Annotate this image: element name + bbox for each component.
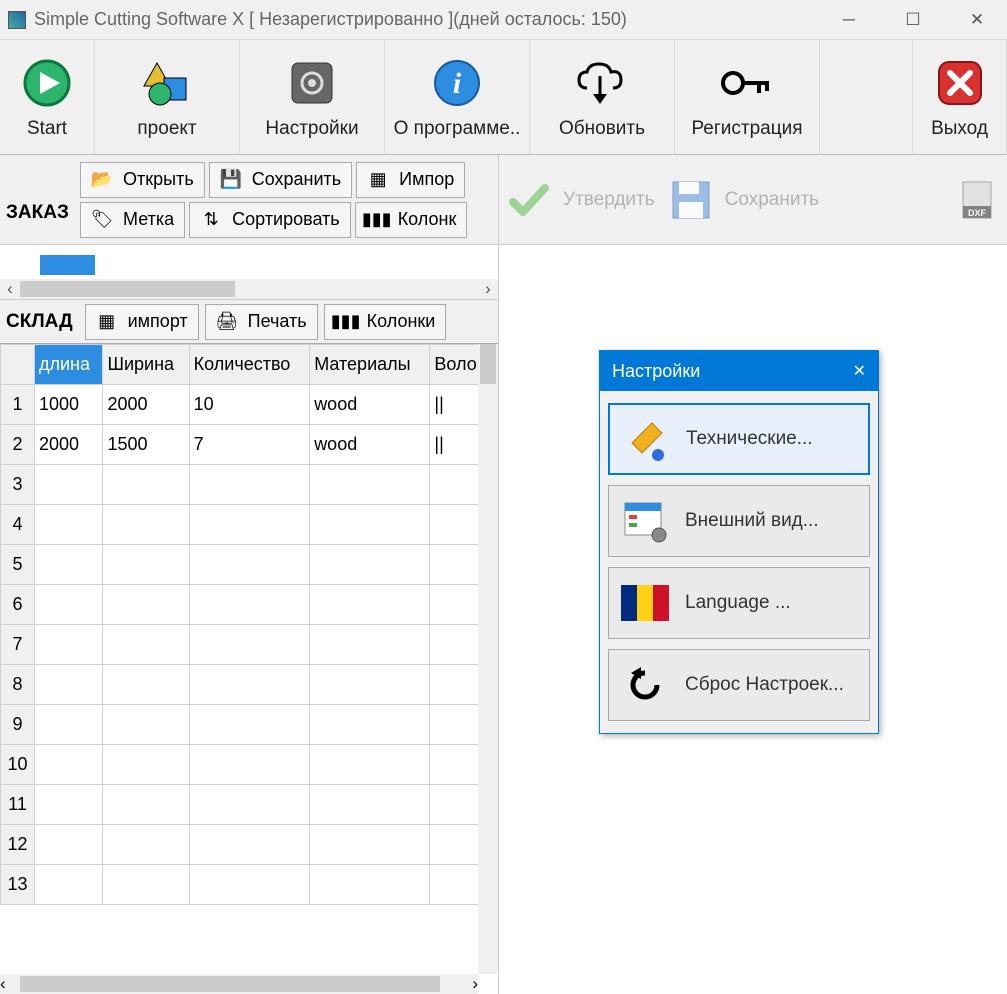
grid-icon: ▦	[96, 311, 118, 333]
table-h-scrollbar[interactable]: ‹ ›	[0, 974, 478, 994]
project-button[interactable]: проект	[95, 40, 240, 154]
order-tabs-area: ‹ ›	[0, 245, 498, 300]
right-save-button[interactable]: Сохранить	[667, 176, 819, 224]
columns-icon: ▮▮▮	[335, 311, 357, 333]
gear-icon	[283, 54, 341, 112]
order-h-scrollbar[interactable]: ‹ ›	[0, 279, 498, 299]
tag-icon: 🏷	[91, 209, 113, 231]
settings-dialog: Настройки ✕ Технические... Внешний вид..…	[599, 350, 879, 734]
col-quantity[interactable]: Количество	[189, 345, 310, 385]
sklad-section-label: СКЛАД	[0, 311, 79, 333]
scroll-thumb[interactable]	[480, 344, 496, 384]
undo-icon	[619, 659, 671, 711]
minimize-button[interactable]: ─	[827, 5, 871, 35]
table-row[interactable]: 5	[1, 545, 498, 585]
cloud-download-icon	[573, 54, 631, 112]
sklad-toolbar: СКЛАД ▦импорт 🖨Печать ▮▮▮Колонки	[0, 300, 498, 344]
folder-open-icon: 📂	[91, 169, 113, 191]
language-settings-button[interactable]: Language ...	[608, 567, 870, 639]
table-row[interactable]: 10	[1, 745, 498, 785]
sort-button[interactable]: ⇅Сортировать	[189, 202, 351, 238]
label-button[interactable]: 🏷Метка	[80, 202, 185, 238]
layout-icon	[619, 495, 671, 547]
row-header-corner	[1, 345, 35, 385]
approve-button[interactable]: Утвердить	[505, 176, 655, 224]
scroll-right-icon[interactable]: ›	[478, 279, 498, 299]
flag-icon	[619, 577, 671, 629]
sklad-table: длина Ширина Количество Материалы Волок …	[0, 344, 498, 905]
table-v-scrollbar[interactable]	[478, 344, 498, 974]
maximize-button[interactable]: ☐	[891, 5, 935, 35]
col-length[interactable]: длина	[35, 345, 103, 385]
svg-text:DXF: DXF	[968, 208, 987, 218]
scroll-left-icon[interactable]: ‹	[0, 974, 6, 994]
svg-text:i: i	[453, 67, 462, 100]
print-button[interactable]: 🖨Печать	[205, 304, 318, 340]
right-panel: Утвердить Сохранить DXF Настройки ✕ Техн…	[498, 155, 1007, 994]
grid-icon: ▦	[367, 169, 389, 191]
sklad-columns-button[interactable]: ▮▮▮Колонки	[324, 304, 447, 340]
columns-icon: ▮▮▮	[366, 209, 388, 231]
table-row[interactable]: 4	[1, 505, 498, 545]
order-toolbar: ЗАКАЗ 📂Открыть 💾Сохранить ▦Импор 🏷Метка …	[0, 155, 498, 245]
info-icon: i	[428, 54, 486, 112]
table-row[interactable]: 2200015007wood||	[1, 425, 498, 465]
dialog-titlebar[interactable]: Настройки ✕	[600, 351, 878, 391]
table-row[interactable]: 6	[1, 585, 498, 625]
table-row[interactable]: 11000200010wood||	[1, 385, 498, 425]
start-button[interactable]: Start	[0, 40, 95, 154]
key-icon	[718, 54, 776, 112]
close-icon	[931, 54, 989, 112]
play-icon	[18, 54, 76, 112]
sklad-table-area: длина Ширина Количество Материалы Волок …	[0, 344, 498, 994]
wrench-icon	[620, 413, 672, 465]
scroll-thumb[interactable]	[20, 281, 235, 297]
main-toolbar: Start проект Настройки i О программе.. О…	[0, 40, 1007, 155]
printer-icon: 🖨	[216, 311, 238, 333]
check-icon	[505, 176, 553, 224]
floppy-icon	[667, 176, 715, 224]
update-button[interactable]: Обновить	[530, 40, 675, 154]
dxf-button[interactable]: DXF	[953, 176, 1001, 224]
col-width[interactable]: Ширина	[103, 345, 189, 385]
dialog-close-button[interactable]: ✕	[853, 361, 866, 381]
sort-icon: ⇅	[200, 209, 222, 231]
table-row[interactable]: 12	[1, 825, 498, 865]
order-tab[interactable]	[40, 255, 95, 275]
shapes-icon	[138, 54, 196, 112]
open-button[interactable]: 📂Открыть	[80, 162, 205, 198]
table-row[interactable]: 7	[1, 625, 498, 665]
save-button[interactable]: 💾Сохранить	[209, 162, 352, 198]
reset-settings-button[interactable]: Сброс Настроек...	[608, 649, 870, 721]
about-button[interactable]: i О программе..	[385, 40, 530, 154]
exit-button[interactable]: Выход	[912, 40, 1007, 154]
save-icon: 💾	[220, 169, 242, 191]
window-title: Simple Cutting Software X [ Незарегистри…	[34, 9, 827, 30]
table-row[interactable]: 13	[1, 865, 498, 905]
close-button[interactable]: ✕	[955, 5, 999, 35]
sklad-import-button[interactable]: ▦импорт	[85, 304, 199, 340]
settings-button[interactable]: Настройки	[240, 40, 385, 154]
scroll-left-icon[interactable]: ‹	[0, 279, 20, 299]
right-toolbar: Утвердить Сохранить DXF	[499, 155, 1007, 245]
col-materials[interactable]: Материалы	[310, 345, 430, 385]
table-row[interactable]: 11	[1, 785, 498, 825]
table-row[interactable]: 9	[1, 705, 498, 745]
scroll-thumb[interactable]	[20, 976, 440, 992]
technical-settings-button[interactable]: Технические...	[608, 403, 870, 475]
import-button[interactable]: ▦Импор	[356, 162, 465, 198]
dialog-title: Настройки	[612, 361, 700, 382]
scroll-right-icon[interactable]: ›	[472, 974, 478, 994]
register-button[interactable]: Регистрация	[675, 40, 820, 154]
table-row[interactable]: 3	[1, 465, 498, 505]
columns-button[interactable]: ▮▮▮Колонк	[355, 202, 468, 238]
order-section-label: ЗАКАЗ	[0, 202, 80, 244]
appearance-settings-button[interactable]: Внешний вид...	[608, 485, 870, 557]
dxf-icon: DXF	[953, 176, 1001, 224]
app-icon	[8, 11, 26, 29]
titlebar: Simple Cutting Software X [ Незарегистри…	[0, 0, 1007, 40]
table-row[interactable]: 8	[1, 665, 498, 705]
